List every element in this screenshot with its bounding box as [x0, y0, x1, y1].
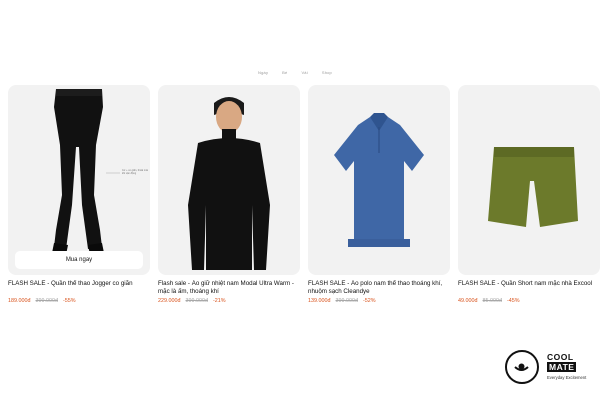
discount-badge: -52% — [362, 298, 376, 304]
price-row: 229.000đ 399.000đ -21% — [158, 298, 300, 304]
product-name[interactable]: FLASH SALE - Quần thể thao Jogger co giã… — [8, 280, 150, 297]
product-image-thermal-shirt[interactable] — [158, 85, 300, 275]
original-price: 399.000đ — [35, 298, 58, 304]
product-image-jogger[interactable]: Cơ + co giãn, thoải mái khi vận động Mua… — [8, 85, 150, 275]
product-card-thermal-shirt[interactable]: Flash sale - Áo giữ nhiệt nam Modal Ultr… — [158, 85, 300, 304]
nav-item-2[interactable]: Bé — [282, 70, 287, 75]
product-name[interactable]: FLASH SALE - Áo polo nam thể thao thoáng… — [308, 280, 450, 297]
product-image-polo[interactable] — [308, 85, 450, 275]
discount-badge: -45% — [507, 298, 520, 304]
product-card-polo[interactable]: FLASH SALE - Áo polo nam thể thao thoáng… — [308, 85, 450, 304]
logo-tagline: Everyday Excitement — [547, 375, 587, 380]
price-row: 139.000đ 399.000đ -52% — [308, 298, 450, 304]
product-image-shorts[interactable] — [458, 85, 600, 275]
product-name[interactable]: Flash sale - Áo giữ nhiệt nam Modal Ultr… — [158, 280, 300, 297]
discount-badge: -55% — [62, 298, 76, 304]
product-card-shorts[interactable]: FLASH SALE - Quần Short nam mặc nhà Exco… — [458, 85, 600, 304]
smiley-logo-icon — [505, 350, 539, 384]
price-row: 49.000đ 85.000đ -45% — [458, 298, 600, 304]
original-price: 85.000đ — [482, 298, 503, 304]
nav-item-1[interactable]: Ngày — [258, 70, 268, 75]
discount-badge: -21% — [212, 298, 226, 304]
product-annotation: Cơ + co giãn, thoải mái khi vận động — [122, 169, 148, 176]
original-price: 399.000đ — [335, 298, 358, 304]
nav-item-4[interactable]: Shop — [322, 70, 332, 75]
olive-shorts-image — [488, 147, 578, 227]
turtleneck-model-image — [188, 97, 270, 270]
coolmate-logo: COOL MATE Everyday Excitement — [505, 350, 600, 390]
sale-price: 139.000đ — [308, 298, 331, 304]
nav-item-3[interactable]: Vải — [301, 70, 307, 75]
top-nav: Ngày Bé Vải Shop — [258, 70, 332, 75]
sale-price: 189.000đ — [8, 298, 31, 304]
logo-word-cool: COOL — [547, 352, 574, 362]
jogger-pants-image — [52, 89, 120, 255]
logo-word-mate: MATE — [547, 362, 577, 372]
sale-price: 229.000đ — [158, 298, 181, 304]
price-row: 189.000đ 399.000đ -55% — [8, 298, 150, 304]
blue-polo-image — [334, 113, 424, 247]
buy-now-button[interactable]: Mua ngay — [15, 251, 143, 269]
original-price: 399.000đ — [185, 298, 208, 304]
sale-price: 49.000đ — [458, 298, 478, 304]
product-name[interactable]: FLASH SALE - Quần Short nam mặc nhà Exco… — [458, 280, 600, 297]
product-card-jogger[interactable]: Cơ + co giãn, thoải mái khi vận động Mua… — [8, 85, 150, 304]
